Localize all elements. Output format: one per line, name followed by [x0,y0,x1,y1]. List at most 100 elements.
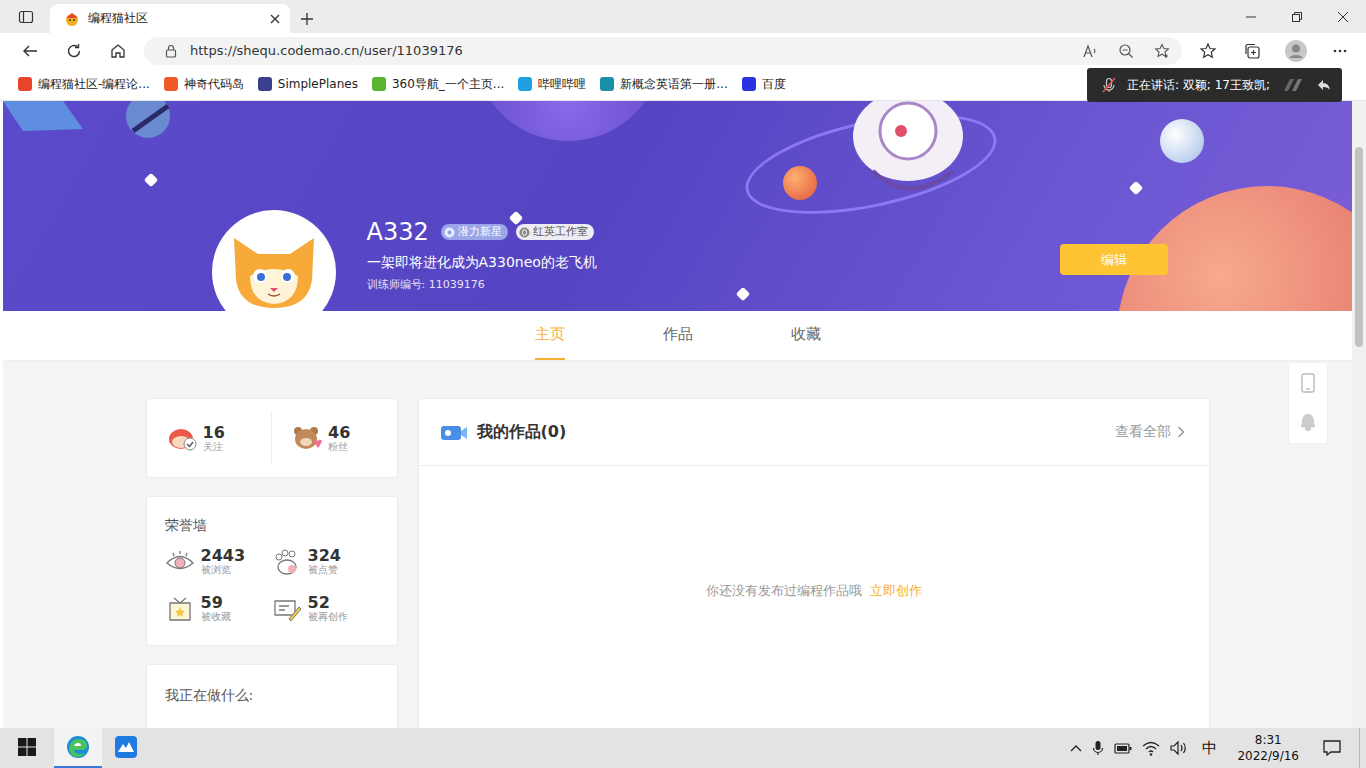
taskbar-app[interactable] [54,728,102,768]
tab-strip: 编程猫社区 [0,0,1366,33]
user-badge[interactable]: 红英工作室 [516,224,594,240]
site-favicon-icon [518,77,532,91]
new-tab-button[interactable] [290,4,324,33]
phone-icon [1301,373,1315,393]
reply-arrow-icon[interactable] [1316,77,1332,93]
close-window-button[interactable] [1320,0,1366,33]
volume-icon[interactable] [1170,740,1188,756]
user-info: A332 潜力新星 红英工作室 一架即将进化成为A330neo的老飞机 训练师编… [367,217,597,292]
favorites-button[interactable] [1190,36,1226,66]
favorites-bar: 编程猫社区-编程论... 神奇代码岛 SimplePlanes 360导航_一个… [0,68,1366,101]
honor-wall-title: 荣誉墙 [165,517,379,535]
favorite-item[interactable]: 哔哩哔哩 [518,76,586,93]
minimize-button[interactable] [1228,0,1274,33]
user-avatar[interactable] [212,210,336,311]
more-button[interactable] [1322,36,1358,66]
browser-window: 编程猫社区 https://shequ.codemao.cn/user/1103… [0,0,1366,728]
star-decoration [144,173,158,187]
back-arrow-icon [22,43,38,59]
show-desktop-button[interactable] [1359,728,1366,768]
wifi-icon[interactable] [1142,740,1160,756]
reload-icon [66,43,82,59]
back-button[interactable] [12,36,48,66]
works-header: 我的作品(0) 查看全部 [419,399,1209,466]
create-link[interactable]: 立即创作 [870,582,922,600]
fans-icon [292,425,322,451]
star-decoration [736,287,750,301]
toolbar: https://shequ.codemao.cn/user/11039176 [0,33,1366,68]
profile-button[interactable] [1278,36,1314,66]
restore-button[interactable] [1274,0,1320,33]
add-favorite-icon[interactable] [1154,43,1170,59]
favorite-item[interactable]: SimplePlanes [258,77,358,91]
home-button[interactable] [100,36,136,66]
site-favicon-icon [164,77,178,91]
collections-icon [1243,42,1261,60]
microphone-icon[interactable] [1092,740,1104,756]
user-name: A332 [367,217,429,247]
follow-stats-card: 16 关注 46 粉丝 [146,398,398,478]
start-button[interactable] [0,728,54,768]
studio-icon [519,227,530,238]
user-badge[interactable]: 潜力新星 [441,224,508,240]
microphone-icon[interactable] [1101,77,1117,93]
close-tab-icon[interactable] [270,14,280,24]
qq-button[interactable] [1289,403,1327,443]
read-aloud-icon[interactable] [1082,43,1098,59]
mobile-button[interactable] [1289,363,1327,403]
follow-stat[interactable]: 16 关注 [147,412,272,464]
left-column: 16 关注 46 粉丝 荣誉墙 2443 被浏览 324 被点赞 59 被收藏 … [146,398,398,728]
profile-tab[interactable]: 作品 [638,311,718,360]
site-favicon-icon [600,77,614,91]
view-all-link[interactable]: 查看全部 [1115,423,1185,441]
show-hidden-icons-icon[interactable] [1070,744,1082,752]
qq-penguin-icon [1300,413,1316,433]
plus-icon [300,12,314,26]
codemao-favicon-icon [64,11,80,27]
tab-actions-icon [18,9,34,25]
favorite-item[interactable]: 神奇代码岛 [164,76,244,93]
favorite-item[interactable]: 百度 [742,76,786,93]
site-favicon-icon [742,77,756,91]
page-scrollbar[interactable] [1352,101,1366,728]
site-favicon-icon [258,77,272,91]
address-bar[interactable]: https://shequ.codemao.cn/user/11039176 [144,37,1182,65]
favorite-item[interactable]: 新概念英语第一册... [600,76,727,93]
tab-actions-button[interactable] [6,0,46,33]
status-card: 我正在做什么: [146,664,398,728]
planet-decoration [473,101,663,141]
scrollbar-thumb[interactable] [1355,147,1363,347]
taskbar-app[interactable] [102,728,150,768]
home-icon [110,43,126,59]
page-viewport: A332 潜力新星 红英工作室 一架即将进化成为A330neo的老飞机 训练师编… [0,101,1366,728]
zoom-out-icon[interactable] [1118,43,1134,59]
collections-button[interactable] [1234,36,1270,66]
windows-logo-icon [18,738,36,756]
profile-tab[interactable]: 收藏 [766,311,846,360]
chevron-right-icon [1177,426,1185,438]
empty-text: 你还没有发布过编程作品哦 [706,582,862,600]
browser-tab[interactable]: 编程猫社区 [50,4,290,33]
url-text[interactable]: https://shequ.codemao.cn/user/11039176 [190,43,1070,58]
honor-wall-card: 荣誉墙 2443 被浏览 324 被点赞 59 被收藏 52 被再创作 [146,496,398,646]
battery-icon[interactable] [1114,741,1132,755]
honor-stat: 59 被收藏 [165,594,272,623]
follow-stat[interactable]: 46 粉丝 [271,412,397,464]
works-empty-state: 你还没有发布过编程作品哦 立即创作 [419,466,1209,600]
input-method-indicator[interactable]: 中 [1198,739,1221,758]
favorite-item[interactable]: 编程猫社区-编程论... [18,76,150,93]
side-floating-buttons [1289,363,1327,443]
favorite-item[interactable]: 360导航_一个主页... [372,76,504,93]
window-controls [1228,0,1366,33]
minimize-icon [1246,12,1256,22]
favorites-icon [1199,42,1217,60]
follow-icon [167,425,197,451]
profile-tab[interactable]: 主页 [535,311,565,360]
clock[interactable]: 8:31 2022/9/16 [1231,732,1305,764]
edge-browser-icon [66,735,90,759]
satellite-decoration [3,101,173,146]
speaker-avatars-icon [1280,77,1306,93]
notification-icon[interactable] [1323,740,1341,756]
reload-button[interactable] [56,36,92,66]
edit-button[interactable]: 编辑 [1060,244,1168,275]
